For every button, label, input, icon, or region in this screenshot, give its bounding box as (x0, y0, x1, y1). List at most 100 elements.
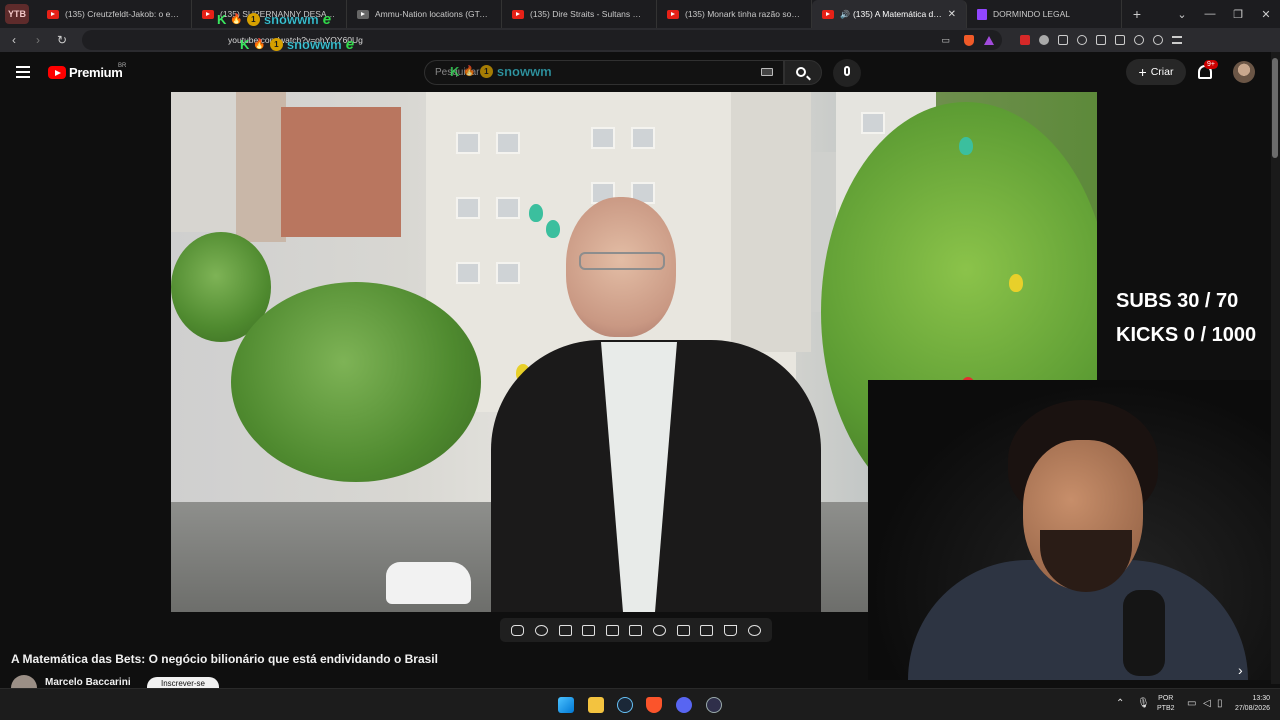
add-icon[interactable] (676, 624, 690, 636)
microphone-tray-icon[interactable]: 🎙 (1137, 698, 1150, 709)
keyboard-language[interactable]: POR PTB2 (1157, 694, 1175, 714)
cast-icon[interactable]: ▭ (941, 35, 950, 46)
youtube-favicon-icon (202, 9, 214, 19)
stream-goals: SUBS 30 / 70 KICKS 0 / 1000 (1116, 284, 1256, 352)
browser-menu-icon[interactable] (1172, 36, 1182, 44)
streamer-webcam (868, 380, 1280, 680)
youtube-logo-icon[interactable] (48, 66, 66, 79)
page-favicon-icon (357, 9, 369, 19)
maximize-button[interactable]: ❐ (1224, 8, 1252, 21)
address-bar[interactable]: youtube.com/watch?v=ohYOY60Ug ▭ (82, 30, 1002, 50)
app-icon[interactable] (706, 697, 722, 713)
tab-title: (135) Creutzfeldt-Jakob: o estranh (65, 9, 181, 19)
new-tab-button[interactable]: + (1122, 6, 1152, 22)
fire-icon: 🔥 (253, 39, 266, 50)
speaker-tray-icon[interactable]: ◁ (1203, 698, 1211, 709)
chat-overlay-alert: K 🔥 1 snowwm e (217, 11, 331, 28)
kick-k-badge: K (450, 64, 460, 79)
back-button[interactable]: ‹ (4, 33, 24, 47)
windows-start-icon[interactable] (558, 697, 574, 713)
eye-icon[interactable] (558, 624, 572, 636)
fire-icon: 🔥 (230, 14, 243, 25)
scrollbar-thumb[interactable] (1272, 58, 1278, 158)
youtube-favicon-icon (47, 9, 59, 19)
emote-e-icon: e (322, 11, 332, 28)
extension-icon[interactable] (1020, 35, 1030, 45)
language-code: POR (1158, 695, 1174, 702)
webcam-microphone (1123, 590, 1165, 676)
channel-name[interactable]: Marcelo Baccarini (45, 677, 131, 688)
tab-close-icon[interactable]: ✕ (948, 9, 956, 20)
discord-icon[interactable] (676, 697, 692, 713)
reload-button[interactable]: ↻ (52, 33, 72, 47)
close-window-button[interactable]: ✕ (1252, 8, 1280, 21)
player-enhancer-toolbar (500, 618, 772, 642)
speedometer-icon[interactable] (653, 624, 667, 636)
browser-tab[interactable]: (135) Monark tinha razão sobre o (657, 0, 812, 28)
create-label: Criar (1150, 66, 1174, 78)
speaker-icon[interactable]: 🔊 (840, 10, 850, 19)
gear-icon[interactable] (747, 624, 761, 636)
youtube-favicon-icon (667, 9, 679, 19)
vpn-icon[interactable] (1153, 35, 1163, 45)
tab-search-icon[interactable]: ⌄ (1168, 8, 1196, 21)
brave-browser-icon[interactable] (646, 697, 662, 713)
browser-tab-active[interactable]: 🔊(135) A Matemática das Bets ✕ (812, 0, 967, 28)
tab-group-ytb[interactable]: YTB (5, 4, 29, 24)
brave-rewards-icon[interactable] (984, 35, 994, 45)
plus-icon: + (1138, 64, 1147, 80)
steam-icon[interactable] (617, 697, 633, 713)
youtube-premium-label[interactable]: Premium (69, 65, 123, 80)
sidebar-icon[interactable] (1096, 35, 1106, 45)
clock-date: 27/08/2026 (1234, 705, 1270, 712)
extension-icon[interactable] (1039, 35, 1049, 45)
kick-k-badge: K (217, 12, 227, 27)
file-explorer-icon[interactable] (588, 697, 604, 713)
keyboard-icon[interactable] (761, 68, 773, 76)
region-label: BR (118, 63, 127, 69)
microphone-icon (844, 66, 850, 76)
tab-title: (135) A Matemática das Bets (852, 9, 944, 19)
forward-button[interactable]: › (28, 33, 48, 47)
tab-title: Ammu-Nation locations (GTA III) - (375, 9, 491, 19)
browser-tab-strip: YTB (135) Creutzfeldt-Jakob: o estranh (… (0, 0, 1280, 28)
tab-title: (135) Monark tinha razão sobre o (685, 9, 801, 19)
puzzle-icon[interactable] (1058, 35, 1068, 45)
brave-shield-icon[interactable] (964, 34, 974, 46)
chat-overlay-alert: K 🔥 1 snowwm (450, 64, 552, 79)
tab-title: (135) Dire Straits - Sultans Of Swin (530, 9, 646, 19)
display-icon[interactable]: ▭ (1187, 698, 1196, 709)
rank-badge: 1 (269, 38, 283, 51)
overlay-username: snowwm (263, 12, 319, 27)
browser-tab[interactable]: (135) Creutzfeldt-Jakob: o estranh (37, 0, 192, 28)
battery-icon[interactable]: ▯ (1217, 698, 1223, 709)
windows-taskbar: ⌃ 🎙 POR PTB2 ▭ ◁ ▯ 13:30 27/08/2026 (0, 688, 1280, 720)
kick-k-badge: K (240, 37, 250, 52)
chevron-up-icon[interactable]: ⌃ (1116, 698, 1124, 709)
create-button[interactable]: + Criar (1126, 59, 1186, 85)
clock[interactable]: 13:30 27/08/2026 (1230, 694, 1270, 714)
minimize-button[interactable]: — (1196, 8, 1224, 20)
browser-tab[interactable]: DORMINDO LEGAL (967, 0, 1122, 28)
hamburger-menu-icon[interactable] (16, 66, 30, 78)
browser-tab[interactable]: (135) Dire Straits - Sultans Of Swin (502, 0, 657, 28)
loop-icon[interactable] (511, 624, 525, 636)
browser-tab[interactable]: Ammu-Nation locations (GTA III) - (347, 0, 502, 28)
cast-signal-icon[interactable] (534, 624, 548, 636)
camera-icon[interactable] (700, 624, 714, 636)
cinema-icon[interactable] (629, 624, 643, 636)
chevron-right-icon[interactable]: › (1238, 662, 1243, 678)
account-avatar[interactable] (1233, 61, 1255, 83)
wallet-icon[interactable] (1115, 35, 1125, 45)
pip-icon[interactable] (605, 624, 619, 636)
overlay-username: snowwm (286, 37, 342, 52)
rank-badge: 1 (246, 13, 260, 26)
youtube-favicon-icon (822, 9, 834, 19)
video-title: A Matemática das Bets: O negócio bilioná… (11, 652, 438, 666)
subs-goal: SUBS 30 / 70 (1116, 290, 1239, 312)
flask-icon[interactable] (723, 624, 737, 636)
twitch-favicon-icon (977, 8, 987, 20)
music-icon[interactable] (1077, 35, 1087, 45)
leo-icon[interactable] (1134, 35, 1144, 45)
film-icon[interactable] (582, 624, 596, 636)
